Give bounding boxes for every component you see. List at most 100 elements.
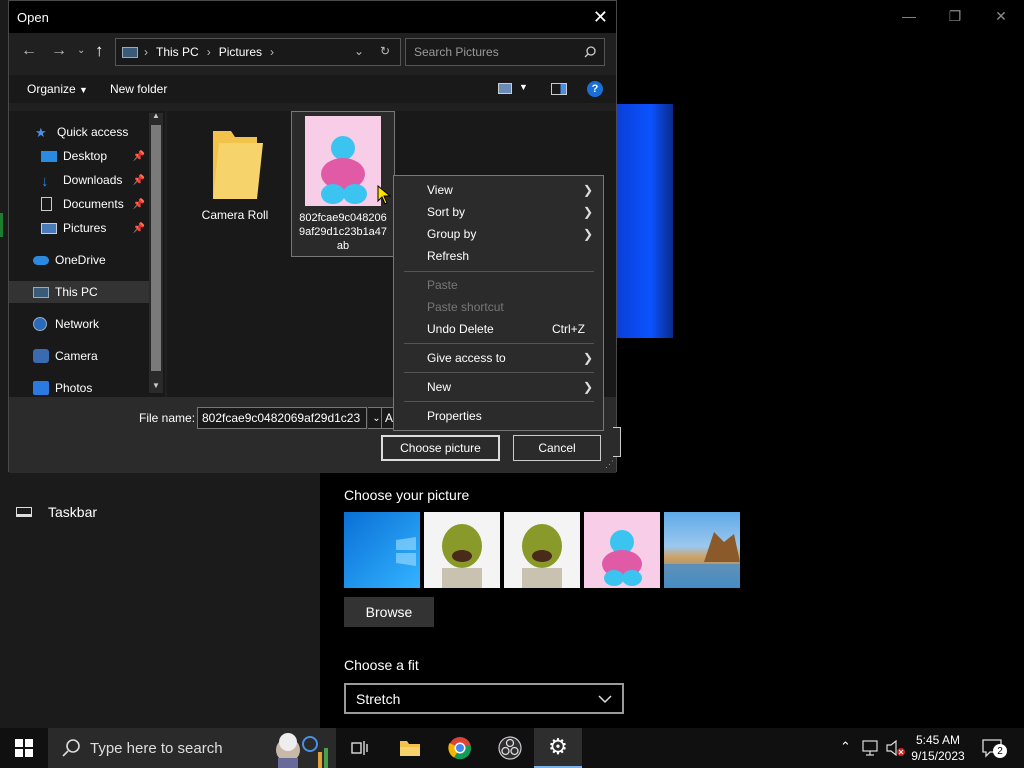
breadcrumb-item[interactable]: This PC — [156, 45, 199, 59]
volume-muted-icon[interactable] — [886, 740, 906, 756]
menu-label: Undo Delete — [427, 322, 494, 336]
chrome-button[interactable] — [436, 728, 484, 768]
picture-thumbnail-character[interactable] — [584, 512, 660, 588]
chevron-right-icon: ❯ — [582, 227, 593, 241]
restore-button[interactable]: ❐ — [932, 0, 978, 32]
pin-icon: 📌 — [132, 222, 145, 234]
clock[interactable]: 5:45 AM 9/15/2023 — [908, 732, 968, 764]
scroll-up-icon[interactable]: ▲ — [152, 111, 160, 120]
menu-item-new[interactable]: New ❯ — [394, 376, 603, 398]
scrollbar-thumb[interactable] — [151, 125, 161, 371]
menu-item-properties[interactable]: Properties — [394, 405, 603, 427]
file-name: Camera Roll — [201, 208, 269, 222]
close-button[interactable]: ✕ — [978, 0, 1024, 32]
pictures-icon — [41, 222, 57, 234]
taskbar-search-placeholder: Type here to search — [90, 739, 223, 757]
breadcrumb-separator-icon: › — [270, 45, 275, 59]
file-explorer-button[interactable] — [386, 728, 434, 768]
folder-icon — [213, 131, 263, 199]
forward-arrow-icon[interactable]: → — [51, 42, 67, 60]
nav-item-desktop[interactable]: Desktop 📌 — [9, 145, 149, 167]
menu-item-view[interactable]: View ❯ — [394, 179, 603, 201]
gear-icon: ⚙ — [548, 734, 568, 759]
nav-label: Downloads — [63, 173, 123, 187]
file-name-line: ab — [336, 240, 350, 252]
nav-label: Camera — [55, 349, 98, 363]
menu-item-sort-by[interactable]: Sort by ❯ — [394, 201, 603, 223]
organize-button[interactable]: Organize ▼ — [27, 82, 88, 96]
up-arrow-icon[interactable]: ↑ — [95, 41, 104, 61]
recent-locations-icon[interactable]: ⌄ — [77, 45, 85, 56]
search-input[interactable]: Search Pictures — [405, 38, 605, 66]
notification-badge: 2 — [993, 744, 1007, 758]
dialog-close-icon[interactable]: ✕ — [593, 7, 608, 28]
menu-label: Sort by — [427, 205, 466, 219]
nav-item-camera[interactable]: Camera — [9, 345, 149, 367]
menu-separator — [404, 343, 594, 344]
caret-down-icon[interactable]: ▼ — [519, 82, 528, 92]
view-options-icon[interactable] — [498, 83, 512, 94]
obs-button[interactable] — [486, 728, 534, 768]
file-name-line: 802fcae9c048206 — [299, 212, 387, 224]
shrek-image — [504, 512, 580, 588]
new-folder-button[interactable]: New folder — [110, 82, 167, 96]
menu-item-undo-delete[interactable]: Undo Delete Ctrl+Z — [394, 318, 603, 340]
task-view-button[interactable] — [336, 728, 384, 768]
address-bar[interactable]: › This PC › Pictures › ⌄ ↻ — [115, 38, 401, 66]
notifications-button[interactable]: 2 — [982, 738, 1007, 763]
menu-item-refresh[interactable]: Refresh — [394, 245, 603, 267]
menu-item-give-access[interactable]: Give access to ❯ — [394, 347, 603, 369]
fit-select-value: Stretch — [356, 690, 401, 707]
menu-item-paste[interactable]: Paste — [394, 274, 603, 296]
chevron-right-icon: ❯ — [582, 351, 593, 365]
cancel-button[interactable]: Cancel — [513, 435, 601, 461]
nav-item-network[interactable]: Network — [9, 313, 149, 335]
beach-image — [664, 532, 740, 588]
breadcrumb-separator-icon: › — [206, 45, 211, 59]
nav-item-this-pc[interactable]: This PC — [9, 281, 149, 303]
menu-item-group-by[interactable]: Group by ❯ — [394, 223, 603, 245]
menu-separator — [404, 271, 594, 272]
picture-thumbnail-shrek-2[interactable] — [504, 512, 580, 588]
file-item-image[interactable]: 802fcae9c048206 9af29d1c23b1a47 ab — [291, 111, 395, 257]
settings-button[interactable]: ⚙ — [534, 728, 582, 768]
start-button[interactable] — [0, 728, 48, 768]
nav-item-documents[interactable]: Documents 📌 — [9, 193, 149, 215]
image-thumbnail — [305, 116, 381, 206]
breadcrumb-item[interactable]: Pictures — [219, 45, 262, 59]
minimize-button[interactable]: — — [886, 0, 932, 32]
menu-label: Paste — [427, 278, 458, 292]
preview-pane-icon[interactable] — [551, 83, 567, 95]
address-dropdown-icon[interactable]: ⌄ — [354, 44, 364, 58]
scroll-down-icon[interactable]: ▼ — [152, 381, 160, 390]
picture-thumbnail-beach[interactable] — [664, 512, 740, 588]
choose-picture-button[interactable]: Choose picture — [381, 435, 500, 461]
browse-button[interactable]: Browse — [344, 597, 434, 627]
taskbar-search[interactable]: Type here to search — [48, 728, 336, 768]
back-arrow-icon[interactable]: ← — [21, 42, 37, 60]
help-icon[interactable]: ? — [587, 81, 603, 97]
refresh-icon[interactable]: ↻ — [380, 44, 390, 58]
nav-item-quick-access[interactable]: ★ Quick access — [9, 121, 149, 143]
nav-scrollbar[interactable]: ▲ ▼ — [149, 111, 163, 393]
resize-grip-icon[interactable]: ⋰ — [605, 459, 614, 470]
nav-item-photos[interactable]: Photos — [9, 377, 149, 399]
picture-thumbnail-windows[interactable] — [344, 512, 420, 588]
file-name-input[interactable]: 802fcae9c0482069af29d1c23 — [197, 407, 367, 429]
show-hidden-icons-icon[interactable]: ⌃ — [840, 739, 851, 755]
fit-select[interactable]: Stretch — [344, 683, 624, 714]
taskbar: Type here to search ⚙ ⌃ 5:45 AM 9/15/202… — [0, 728, 1024, 768]
file-item-folder[interactable]: Camera Roll — [185, 115, 285, 225]
nav-item-pictures[interactable]: Pictures 📌 — [9, 217, 149, 239]
file-name-label: File name: — [139, 411, 196, 425]
menu-label: Group by — [427, 227, 477, 241]
sidebar-item-taskbar[interactable]: Taskbar — [16, 504, 97, 520]
folder-icon — [400, 741, 420, 756]
menu-item-paste-shortcut[interactable]: Paste shortcut — [394, 296, 603, 318]
network-icon[interactable] — [862, 740, 880, 756]
picture-thumbnail-shrek-1[interactable] — [424, 512, 500, 588]
nav-item-downloads[interactable]: ↓ Downloads 📌 — [9, 169, 149, 191]
pin-icon: 📌 — [132, 174, 145, 186]
search-placeholder: Search Pictures — [414, 45, 499, 59]
nav-item-onedrive[interactable]: OneDrive — [9, 249, 149, 271]
